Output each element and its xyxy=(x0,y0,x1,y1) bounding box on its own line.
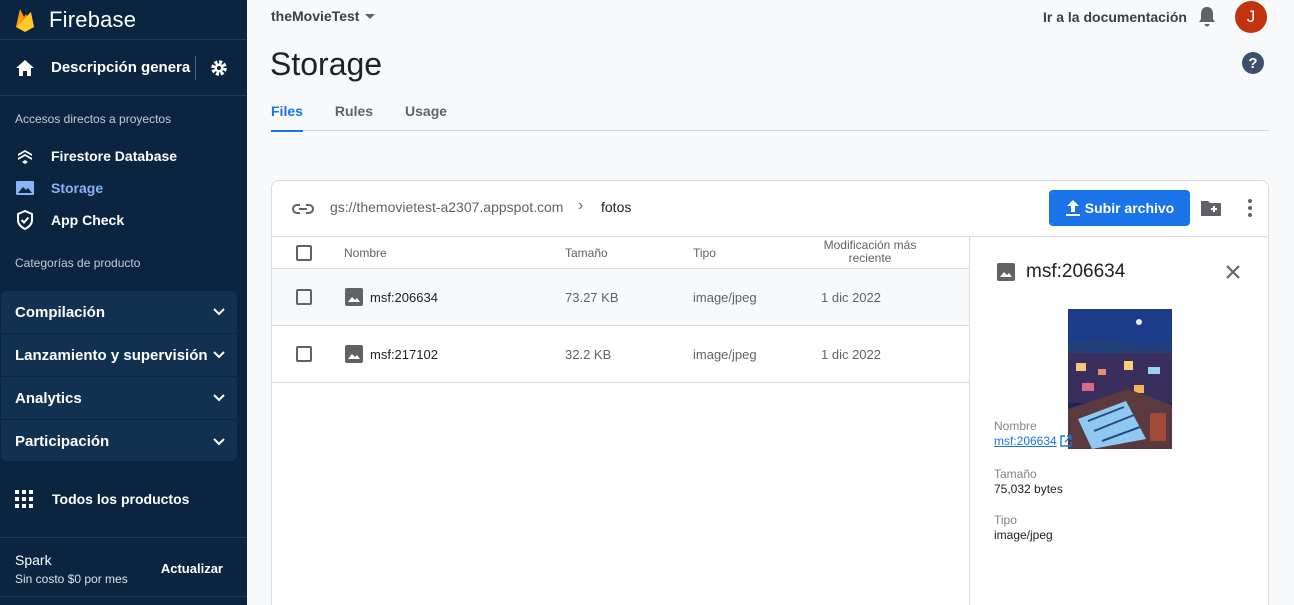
image-file-icon xyxy=(345,345,363,363)
file-browser: gs://themovietest-a2307.appspot.com › fo… xyxy=(271,180,1269,605)
page-title: Storage xyxy=(270,46,383,82)
all-products-link[interactable]: Todos los productos xyxy=(0,478,247,520)
column-type[interactable]: Tipo xyxy=(693,246,716,260)
file-name: msf:217102 xyxy=(370,346,438,362)
image-file-icon xyxy=(997,263,1015,281)
overview-label: Descripción general ... xyxy=(51,59,191,76)
file-type: image/jpeg xyxy=(693,290,757,305)
chevron-down-icon xyxy=(213,351,225,359)
plan-info: Spark Sin costo $0 por mes Actualizar xyxy=(0,537,247,597)
file-size: 73.27 KB xyxy=(565,290,619,305)
file-type: image/jpeg xyxy=(693,347,757,362)
help-icon[interactable]: ? xyxy=(1242,52,1264,74)
firebase-logo[interactable]: Firebase xyxy=(0,0,247,40)
app-check-icon xyxy=(15,210,35,230)
home-icon xyxy=(16,59,34,76)
sidebar-item-label: App Check xyxy=(51,212,125,228)
divider xyxy=(195,56,196,80)
category-label: Analytics xyxy=(15,389,82,407)
firestore-icon xyxy=(15,146,35,166)
all-products-label: Todos los productos xyxy=(52,491,190,507)
sidebar: Firebase Descripción general ... Accesos… xyxy=(0,0,247,605)
firebase-flame-icon xyxy=(16,8,34,32)
tab-usage[interactable]: Usage xyxy=(405,100,447,131)
docs-link[interactable]: Ir a la documentación xyxy=(1043,9,1187,25)
bucket-path[interactable]: gs://themovietest-a2307.appspot.com xyxy=(330,199,563,215)
category-engage[interactable]: Participación xyxy=(1,420,237,463)
size-label: Tamaño xyxy=(994,467,1037,481)
open-in-new-icon xyxy=(1060,435,1072,447)
row-checkbox[interactable] xyxy=(296,289,312,305)
link-icon[interactable] xyxy=(292,199,314,219)
detail-title: msf:206634 xyxy=(1026,261,1126,282)
upload-file-button[interactable]: Subir archivo xyxy=(1049,190,1190,226)
select-all-checkbox[interactable] xyxy=(296,245,312,261)
category-label: Lanzamiento y supervisión xyxy=(15,346,208,364)
file-name-cell: msf:217102 xyxy=(344,344,438,364)
category-label: Compilación xyxy=(15,303,106,321)
category-release-monitor[interactable]: Lanzamiento y supervisión xyxy=(1,334,237,377)
tab-bar: Files Rules Usage xyxy=(271,100,1269,132)
dropdown-caret-icon xyxy=(365,13,376,19)
name-label: Nombre xyxy=(994,419,1037,433)
project-overview[interactable]: Descripción general ... xyxy=(0,40,247,96)
upload-icon xyxy=(1065,200,1080,216)
column-size[interactable]: Tamaño xyxy=(565,246,608,260)
type-label: Tipo xyxy=(994,513,1017,527)
breadcrumb-separator: › xyxy=(578,197,584,214)
category-build[interactable]: Compilación xyxy=(1,291,237,334)
column-name[interactable]: Nombre xyxy=(344,246,387,260)
image-file-icon xyxy=(345,288,363,306)
chevron-down-icon xyxy=(213,437,225,445)
upgrade-button[interactable]: Actualizar xyxy=(161,561,223,576)
close-icon[interactable] xyxy=(1225,264,1241,280)
upload-label: Subir archivo xyxy=(1084,200,1175,216)
brand-name: Firebase xyxy=(49,6,137,32)
project-selector[interactable]: theMovieTest xyxy=(271,8,376,24)
sidebar-item-app-check[interactable]: App Check xyxy=(0,204,247,236)
type-value: image/jpeg xyxy=(994,528,1053,542)
file-modified: 1 dic 2022 xyxy=(821,347,881,362)
bell-icon[interactable] xyxy=(1197,6,1217,28)
file-download-link[interactable]: msf:206634 xyxy=(994,434,1072,448)
image-preview[interactable] xyxy=(1068,309,1172,449)
row-checkbox[interactable] xyxy=(296,346,312,362)
file-table: Nombre Tamaño Tipo Modificación más reci… xyxy=(272,237,969,383)
more-vert-icon[interactable] xyxy=(1242,197,1258,219)
gear-icon[interactable] xyxy=(209,58,229,78)
breadcrumb-folder[interactable]: fotos xyxy=(601,199,631,215)
category-list: Compilación Lanzamiento y supervisión An… xyxy=(1,291,237,461)
new-folder-icon[interactable] xyxy=(1200,198,1222,218)
file-link-text: msf:206634 xyxy=(994,434,1057,448)
sidebar-item-label: Firestore Database xyxy=(51,148,178,164)
category-label: Participación xyxy=(15,433,110,450)
file-name: msf:206634 xyxy=(370,289,438,305)
table-header: Nombre Tamaño Tipo Modificación más reci… xyxy=(272,237,969,269)
browser-toolbar: gs://themovietest-a2307.appspot.com › fo… xyxy=(272,181,1268,237)
tab-rules[interactable]: Rules xyxy=(335,100,373,131)
file-name-cell: msf:206634 xyxy=(344,287,438,307)
table-row[interactable]: msf:206634 73.27 KB image/jpeg 1 dic 202… xyxy=(272,269,969,326)
project-name: theMovieTest xyxy=(271,8,360,24)
shortcuts-list: Firestore Database Storage App Check xyxy=(0,140,247,236)
category-analytics[interactable]: Analytics xyxy=(1,377,237,420)
table-row[interactable]: msf:217102 32.2 KB image/jpeg 1 dic 2022 xyxy=(272,326,969,383)
avatar[interactable]: J xyxy=(1235,1,1267,33)
size-value: 75,032 bytes xyxy=(994,482,1063,496)
tab-files[interactable]: Files xyxy=(271,100,303,132)
column-modified[interactable]: Modificación más reciente xyxy=(817,239,923,265)
file-detail-panel: msf:206634 Nombre msf:206634 Tamaño 75,0… xyxy=(969,237,1268,605)
file-size: 32.2 KB xyxy=(565,347,612,362)
sidebar-item-storage[interactable]: Storage xyxy=(0,172,247,204)
file-modified: 1 dic 2022 xyxy=(821,290,881,305)
apps-grid-icon xyxy=(15,490,33,508)
sidebar-item-firestore[interactable]: Firestore Database xyxy=(0,140,247,172)
chevron-down-icon xyxy=(213,308,225,316)
chevron-down-icon xyxy=(213,394,225,402)
shortcuts-heading: Accesos directos a proyectos xyxy=(15,112,172,126)
storage-icon xyxy=(15,178,35,198)
detail-header: msf:206634 xyxy=(996,261,1125,283)
categories-heading: Categorías de producto xyxy=(15,256,141,270)
sidebar-item-label: Storage xyxy=(51,180,104,196)
